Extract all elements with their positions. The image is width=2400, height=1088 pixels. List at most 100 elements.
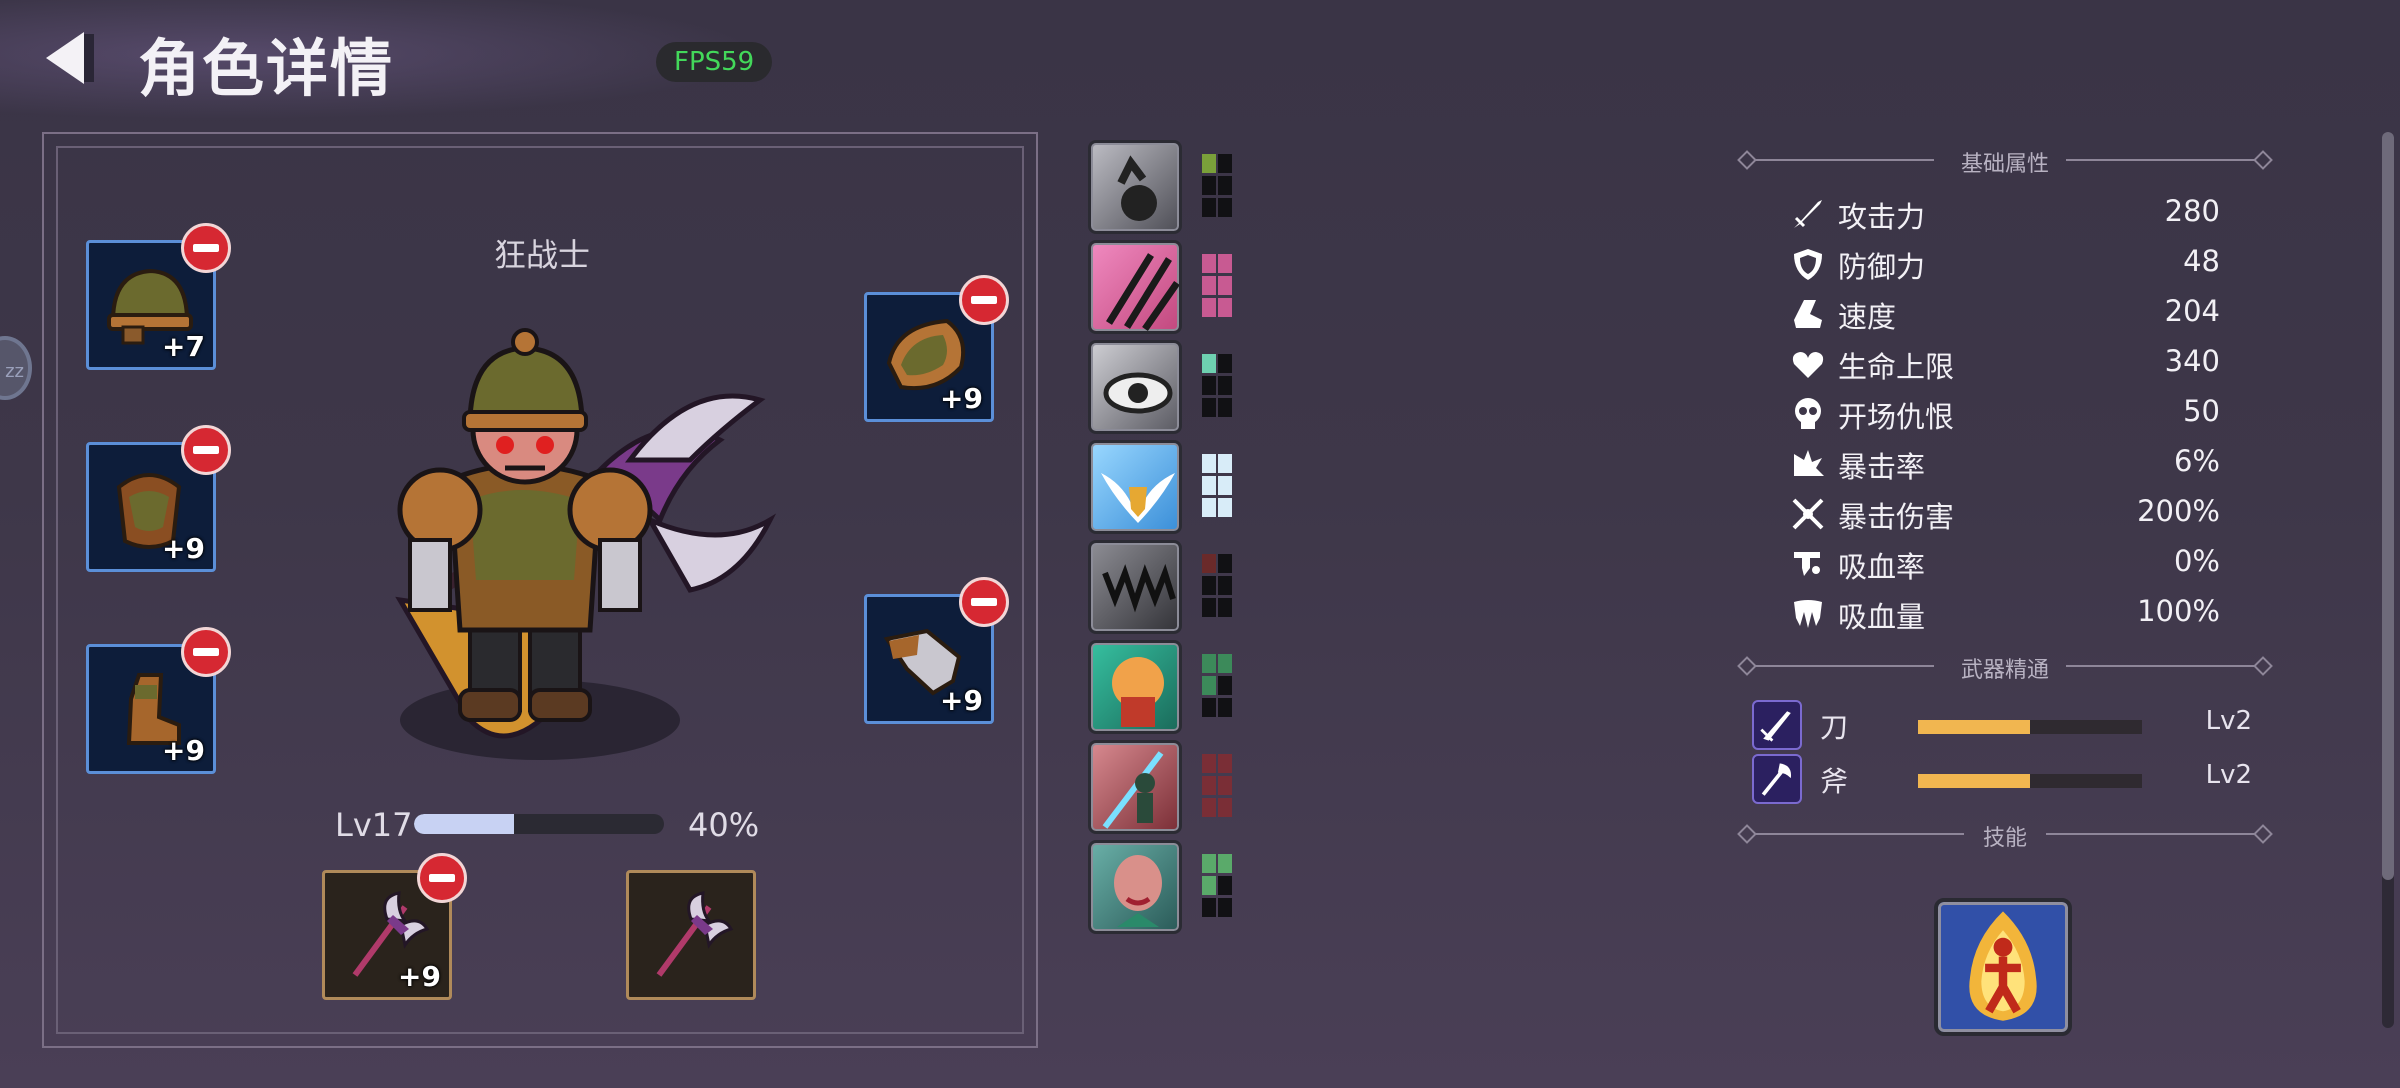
stat-value: 6% bbox=[2173, 444, 2220, 478]
axe-icon bbox=[1752, 754, 1802, 804]
skill-rank-pips bbox=[1202, 754, 1238, 820]
rank-pip bbox=[1218, 698, 1232, 717]
rank-pip bbox=[1202, 898, 1216, 917]
fairy-portrait-icon[interactable] bbox=[1088, 840, 1182, 934]
stat-value: 48 bbox=[2183, 244, 2220, 278]
class-name: 狂战士 bbox=[494, 236, 591, 274]
rank-pip bbox=[1202, 276, 1216, 295]
remove-equip-button[interactable] bbox=[181, 223, 231, 273]
rank-pip bbox=[1218, 354, 1232, 373]
skill-rank-pips bbox=[1202, 554, 1238, 620]
item-level: +9 bbox=[162, 532, 205, 565]
skill-rank-pips bbox=[1202, 354, 1238, 420]
fang-icon bbox=[1794, 600, 1822, 628]
rank-pip bbox=[1202, 176, 1216, 195]
stat-row-lifesteal-amount: 吸血量 100% bbox=[1790, 590, 2220, 636]
rank-pip bbox=[1218, 154, 1232, 173]
section-divider-skills: 技能 bbox=[1737, 814, 2273, 854]
rank-pip bbox=[1202, 298, 1216, 317]
stat-value: 280 bbox=[2164, 194, 2220, 228]
rank-pip bbox=[1202, 576, 1216, 595]
rank-pip bbox=[1218, 898, 1232, 917]
remove-equip-button[interactable] bbox=[181, 425, 231, 475]
stat-name: 暴击伤害 bbox=[1838, 500, 1955, 534]
fps-counter: FPS59 bbox=[656, 42, 773, 82]
flame-body-icon[interactable] bbox=[1934, 898, 2072, 1036]
rank-pip bbox=[1202, 854, 1216, 873]
mastery-progress-bar bbox=[1918, 774, 2142, 788]
weapon-slot-offhand[interactable] bbox=[626, 870, 756, 1000]
remove-equip-button[interactable] bbox=[959, 275, 1009, 325]
rank-pip bbox=[1202, 254, 1216, 273]
battle-axe-icon bbox=[656, 891, 734, 977]
rank-pip bbox=[1202, 154, 1216, 173]
mastery-name: 刀 bbox=[1820, 711, 1849, 744]
sword-icon bbox=[1794, 200, 1822, 228]
rank-pip bbox=[1202, 376, 1216, 395]
rank-pip bbox=[1218, 754, 1232, 773]
back-arrow-icon bbox=[46, 32, 94, 84]
stat-row-crit-damage: 暴击伤害 200% bbox=[1790, 490, 2220, 536]
side-drawer-handle[interactable]: zz bbox=[0, 336, 32, 400]
equip-slot-helmet[interactable]: +7 bbox=[86, 223, 231, 370]
stat-name: 防御力 bbox=[1838, 250, 1926, 284]
rank-pip bbox=[1202, 876, 1216, 895]
weapon-mastery-row-blade: 刀 Lv2 bbox=[1752, 700, 2252, 754]
rank-pip bbox=[1202, 198, 1216, 217]
section-divider-base-stats: 基础属性 bbox=[1737, 140, 2273, 180]
stat-value: 340 bbox=[2164, 344, 2220, 378]
stat-row-speed: 速度 204 bbox=[1790, 290, 2220, 336]
heart-icon bbox=[1792, 352, 1824, 378]
equip-slot-shoulder[interactable]: +9 bbox=[864, 275, 1009, 422]
remove-equip-button[interactable] bbox=[959, 577, 1009, 627]
stat-row-defense: 防御力 48 bbox=[1790, 240, 2220, 286]
skill-rank-pips bbox=[1202, 154, 1238, 220]
skill-rank-pips bbox=[1202, 454, 1238, 520]
rank-pip bbox=[1218, 476, 1232, 495]
blade-dancer-icon[interactable] bbox=[1088, 740, 1182, 834]
weapon-mastery-row-axe: 斧 Lv2 bbox=[1752, 754, 2252, 808]
mastery-name: 斧 bbox=[1820, 765, 1849, 798]
watchful-eye-icon[interactable] bbox=[1088, 340, 1182, 434]
xp-progress-fill bbox=[414, 814, 514, 834]
rank-pip bbox=[1202, 598, 1216, 617]
weapon-slot-main[interactable]: +9 bbox=[322, 853, 467, 1000]
stat-value: 200% bbox=[2137, 494, 2220, 528]
stat-row-crit-rate: 暴击率 6% bbox=[1790, 440, 2220, 486]
rank-pip bbox=[1218, 554, 1232, 573]
section-title: 武器精通 bbox=[1960, 658, 2049, 683]
remove-weapon-button[interactable] bbox=[417, 853, 467, 903]
stat-name: 暴击率 bbox=[1838, 450, 1926, 484]
item-level: +9 bbox=[940, 382, 983, 415]
boot-speed-icon bbox=[1794, 300, 1822, 328]
back-button[interactable] bbox=[40, 28, 100, 88]
scrollbar-thumb[interactable] bbox=[2382, 132, 2394, 880]
fangs-icon[interactable] bbox=[1088, 540, 1182, 634]
bear-rage-icon[interactable] bbox=[1088, 640, 1182, 734]
stat-value: 0% bbox=[2173, 544, 2220, 578]
rank-pip bbox=[1202, 654, 1216, 673]
stat-row-attack: 攻击力 280 bbox=[1790, 190, 2220, 236]
stat-name: 吸血量 bbox=[1838, 600, 1926, 634]
rank-pip bbox=[1202, 554, 1216, 573]
remove-equip-button[interactable] bbox=[181, 627, 231, 677]
crit-burst-icon bbox=[1794, 450, 1824, 476]
rank-pip bbox=[1218, 176, 1232, 195]
stat-name: 攻击力 bbox=[1838, 200, 1926, 234]
rank-pip bbox=[1218, 776, 1232, 795]
rank-pip bbox=[1202, 398, 1216, 417]
rank-pip bbox=[1218, 498, 1232, 517]
equip-slot-chest[interactable]: +9 bbox=[86, 425, 231, 572]
equip-slot-boots[interactable]: +9 bbox=[86, 627, 231, 774]
rank-pip bbox=[1218, 676, 1232, 695]
winged-shield-icon[interactable] bbox=[1088, 440, 1182, 534]
claw-slash-icon[interactable] bbox=[1088, 240, 1182, 334]
flex-strength-icon[interactable] bbox=[1088, 140, 1182, 234]
stat-name: 吸血率 bbox=[1838, 550, 1926, 584]
stat-name: 速度 bbox=[1838, 300, 1897, 334]
rank-pip bbox=[1218, 854, 1232, 873]
stats-scrollbar[interactable] bbox=[2382, 132, 2394, 1028]
rank-pip bbox=[1202, 776, 1216, 795]
character-level: Lv17 bbox=[335, 806, 413, 844]
equip-slot-gauntlet[interactable]: +9 bbox=[864, 577, 1009, 724]
